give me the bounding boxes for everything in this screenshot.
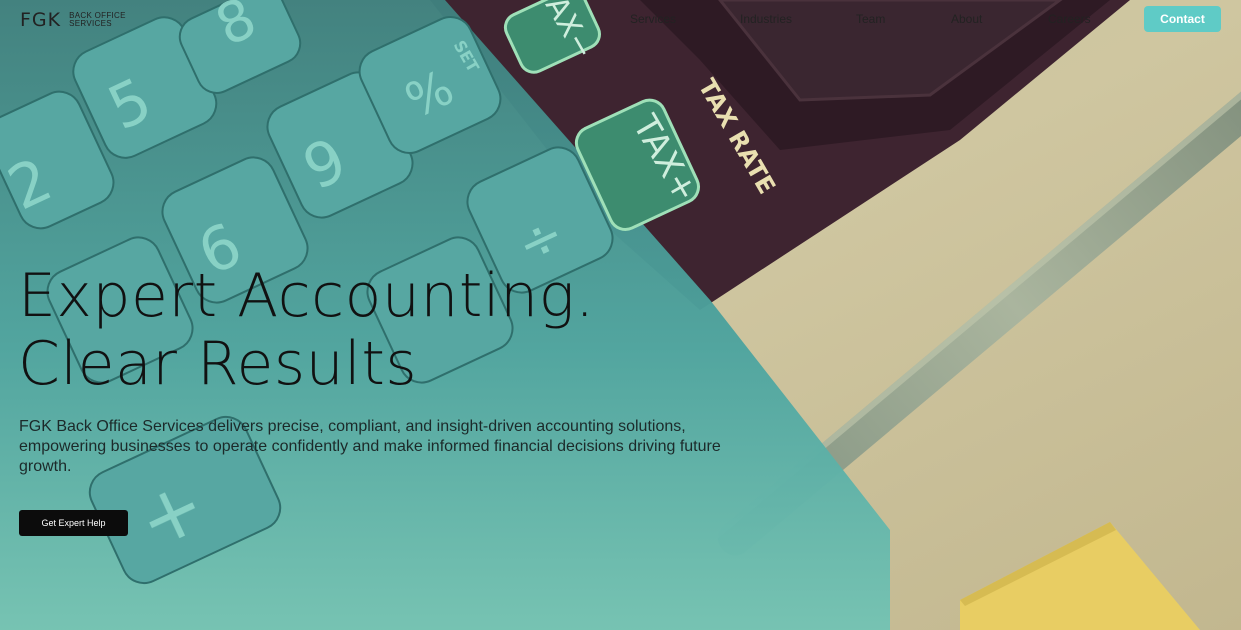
- nav-links: Services Industries Team About Careers: [0, 12, 1241, 28]
- hero-headline: Expert Accounting. Clear Results: [18, 262, 595, 398]
- nav-team-link[interactable]: Team: [856, 12, 885, 26]
- hero-description: FGK Back Office Services delivers precis…: [19, 418, 721, 475]
- top-navigation: FGK BACK OFFICE SERVICES Services Indust…: [0, 0, 1241, 38]
- nav-industries-link[interactable]: Industries: [740, 12, 792, 26]
- nav-about-link[interactable]: About: [951, 12, 982, 26]
- nav-services-link[interactable]: Services: [630, 12, 676, 26]
- hero-headline-line2: Clear Results: [18, 329, 418, 399]
- get-expert-help-button[interactable]: Get Expert Help: [19, 510, 128, 536]
- contact-button[interactable]: Contact: [1144, 6, 1221, 32]
- nav-careers-link[interactable]: Careers: [1048, 12, 1091, 26]
- hero-headline-line1: Expert Accounting.: [18, 261, 595, 331]
